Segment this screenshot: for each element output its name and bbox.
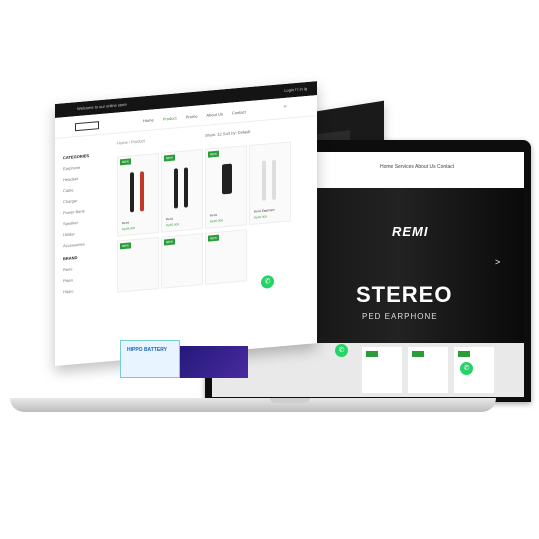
category-item[interactable]: Power Bank [63, 206, 113, 215]
site-nav-menu: Home Services About Us Contact [380, 164, 455, 170]
category-item[interactable]: Speaker [63, 217, 113, 226]
categories-heading: CATEGORIES [63, 153, 90, 161]
brand-item[interactable]: Remi [63, 263, 113, 272]
sort-controls[interactable]: Show: 12 Sort by: Default [205, 129, 250, 138]
new-badge: NEW [120, 158, 131, 166]
sidebar: CATEGORIES Earphone Headset Cable Charge… [63, 151, 113, 335]
brand-item[interactable]: Pisen [63, 274, 113, 283]
nav-item[interactable]: Contact [232, 109, 246, 115]
product-card[interactable]: NEW Remi Rp65.000 [205, 145, 247, 229]
topbar-text: Welcome to our online store [77, 101, 127, 112]
product-grid: NEW Remi Rp49.000 NEW Remi Rp55.000 NEW … [117, 139, 317, 293]
promo-banner[interactable]: HIPPO BATTERY [120, 340, 180, 378]
product-name: Remi Earphone [254, 207, 275, 214]
product-price: Rp49.000 [122, 225, 136, 232]
product-card[interactable]: NEW Remi Rp55.000 [161, 149, 203, 233]
earphone-image [184, 167, 188, 208]
whatsapp-icon[interactable]: ✆ [261, 274, 274, 289]
laptop-notch [270, 398, 310, 403]
product-price: Rp45.000 [254, 214, 268, 220]
product-card[interactable]: NEW [161, 233, 203, 289]
new-badge: NEW [208, 150, 219, 158]
logo[interactable] [75, 121, 99, 132]
new-badge: NEW [120, 242, 131, 250]
earphone-image [140, 171, 144, 212]
product-card[interactable]: Remi Earphone Rp45.000 [249, 141, 291, 226]
category-item[interactable]: Headset [63, 173, 113, 182]
new-badge: NEW [164, 238, 175, 246]
product-tile[interactable] [408, 347, 448, 393]
shop-page-preview: Welcome to our online store Login f t in… [55, 81, 317, 366]
new-badge: NEW [208, 234, 219, 242]
product-name: Remi [210, 212, 218, 218]
banner-text: HIPPO BATTERY [127, 347, 168, 353]
nav-item[interactable]: About Us [206, 111, 222, 117]
category-item[interactable]: Charger [63, 195, 113, 204]
hero-title: STEREO [356, 282, 453, 307]
nav-item[interactable]: Promo [186, 114, 198, 120]
nav-item[interactable]: Home [143, 117, 154, 123]
earphone-image [130, 172, 134, 213]
earphone-image [262, 160, 266, 201]
category-item[interactable]: Holder [63, 228, 113, 237]
new-badge: NEW [164, 154, 175, 162]
product-strip [212, 343, 524, 397]
whatsapp-icon[interactable]: ✆ [335, 344, 348, 357]
brand-item[interactable]: Hippo [63, 285, 113, 294]
product-price: Rp65.000 [210, 218, 224, 224]
product-name: Remi [166, 216, 174, 222]
product-card[interactable]: NEW [117, 236, 159, 293]
promo-banner-2[interactable] [180, 346, 248, 378]
earphone-image [174, 168, 178, 209]
laptop-base [10, 398, 496, 412]
brand-logo: REMI [392, 224, 429, 239]
next-slide-arrow[interactable]: > [495, 257, 500, 267]
category-item[interactable]: Accessories [63, 239, 113, 248]
whatsapp-icon[interactable]: ✆ [460, 362, 473, 375]
breadcrumb: Home / Product [117, 138, 145, 146]
main-nav: Home Product Promo About Us Contact [143, 109, 254, 123]
product-card[interactable]: NEW Remi Rp49.000 [117, 152, 159, 237]
category-item[interactable]: Earphone [63, 162, 113, 172]
brand-heading: BRAND [63, 255, 78, 262]
search-icon[interactable]: ⌕ [284, 104, 287, 111]
nav-item-product[interactable]: Product [163, 115, 177, 121]
product-card[interactable]: NEW [205, 229, 247, 285]
category-item[interactable]: Cable [63, 184, 113, 193]
headset-image [222, 163, 232, 195]
topbar-links[interactable]: Login f t in ig [284, 86, 307, 93]
product-name: Remi [122, 220, 130, 226]
product-price: Rp55.000 [166, 222, 180, 228]
product-tile[interactable] [362, 347, 402, 393]
earphone-image [272, 159, 276, 201]
hero-subtitle: PED EARPHONE [362, 312, 438, 321]
